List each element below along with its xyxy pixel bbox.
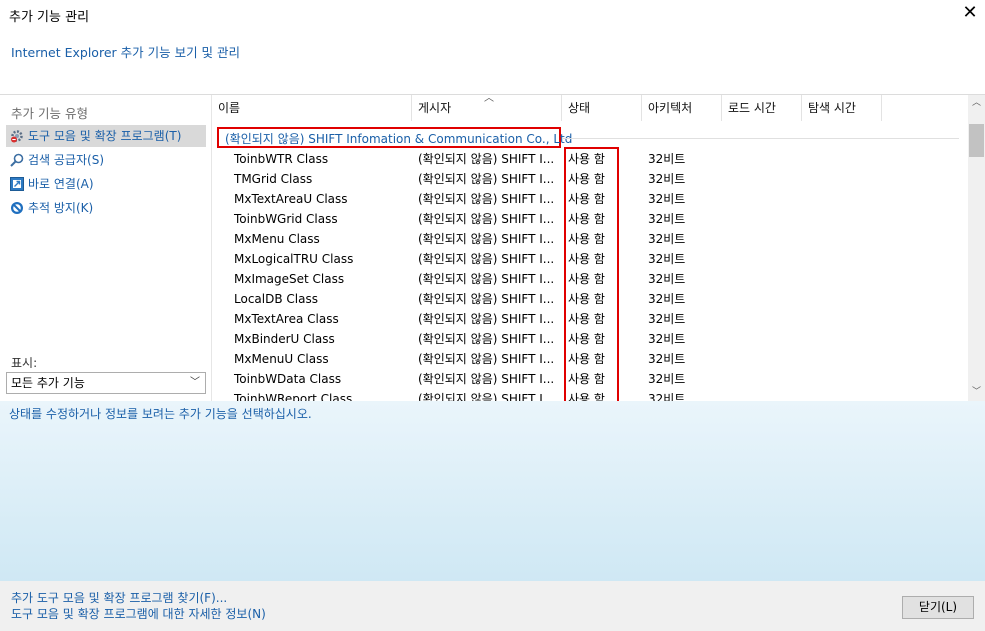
addon-publisher: (확인되지 않음) SHIFT I... xyxy=(418,392,555,401)
addon-name: ToinbWTR Class xyxy=(234,152,329,166)
addon-name: MxLogicalTRU Class xyxy=(234,252,354,266)
column-header-navigation-time[interactable]: 탐색 시간 xyxy=(802,95,882,121)
addon-architecture: 32비트 xyxy=(648,252,686,266)
gear-icon xyxy=(11,130,23,143)
addon-publisher: (확인되지 않음) SHIFT I... xyxy=(418,232,555,246)
sidebar-item-label: 검색 공급자(S) xyxy=(28,153,104,167)
addon-architecture: 32비트 xyxy=(648,372,686,386)
column-header-name[interactable]: 이름 xyxy=(212,95,412,121)
status-highlight-box xyxy=(564,147,619,401)
addon-type-heading: 추가 기능 유형 xyxy=(11,106,88,121)
addon-publisher: (확인되지 않음) SHIFT I... xyxy=(418,172,555,186)
show-filter-value: 모든 추가 기능 xyxy=(11,376,85,390)
column-header-status[interactable]: 상태 xyxy=(562,95,642,121)
addon-architecture: 32비트 xyxy=(648,332,686,346)
addon-name: MxImageSet Class xyxy=(234,272,345,286)
addon-list: 이름 게시자 상태 아키텍처 로드 시간 탐색 시간 ︿ (확인되지 않음) S… xyxy=(211,95,968,401)
column-header-architecture[interactable]: 아키텍처 xyxy=(642,95,722,121)
group-header[interactable]: (확인되지 않음) SHIFT Infomation & Communicati… xyxy=(225,130,572,147)
sidebar-item-search-providers[interactable]: 검색 공급자(S) xyxy=(6,149,206,171)
show-filter-select[interactable]: 모든 추가 기능 ﹀ xyxy=(6,372,206,394)
addon-publisher: (확인되지 않음) SHIFT I... xyxy=(418,352,555,366)
addon-name: ToinbWReport Class xyxy=(234,392,353,401)
addon-architecture: 32비트 xyxy=(648,272,686,286)
scroll-down-icon[interactable]: ﹀ xyxy=(968,384,985,401)
learn-more-addons-link[interactable]: 도구 모음 및 확장 프로그램에 대한 자세한 정보(N) xyxy=(11,605,266,622)
group-divider xyxy=(562,138,959,139)
details-pane: 상태를 수정하거나 정보를 보려는 추가 기능을 선택하십시오. xyxy=(0,401,985,581)
addon-publisher: (확인되지 않음) SHIFT I... xyxy=(418,332,555,346)
sidebar-item-toolbars-extensions[interactable]: 도구 모음 및 확장 프로그램(T) xyxy=(6,125,206,147)
addon-name: MxTextAreaU Class xyxy=(234,192,348,206)
addon-architecture: 32비트 xyxy=(648,192,686,206)
sort-ascending-icon: ︿ xyxy=(484,95,494,104)
accelerator-icon xyxy=(10,177,24,191)
addon-name: MxMenuU Class xyxy=(234,352,329,366)
close-icon[interactable]: ✕ xyxy=(960,3,980,23)
chevron-down-icon: ﹀ xyxy=(190,377,200,388)
scroll-thumb[interactable] xyxy=(969,124,984,157)
addon-name: MxBinderU Class xyxy=(234,332,335,346)
show-label: 표시: xyxy=(11,356,38,370)
sidebar-item-tracking-protection[interactable]: 추적 방지(K) xyxy=(6,197,206,219)
sidebar-item-label: 추적 방지(K) xyxy=(28,201,94,215)
addon-architecture: 32비트 xyxy=(648,292,686,306)
addon-architecture: 32비트 xyxy=(648,392,686,401)
tracking-protection-icon xyxy=(11,202,23,214)
addon-publisher: (확인되지 않음) SHIFT I... xyxy=(418,152,555,166)
page-subtitle: Internet Explorer 추가 기능 보기 및 관리 xyxy=(11,45,241,60)
addon-architecture: 32비트 xyxy=(648,232,686,246)
list-scrollbar[interactable]: ︿ ﹀ xyxy=(968,95,985,401)
addon-architecture: 32비트 xyxy=(648,212,686,226)
addon-architecture: 32비트 xyxy=(648,152,686,166)
column-header-load-time[interactable]: 로드 시간 xyxy=(722,95,802,121)
addon-name: ToinbWGrid Class xyxy=(234,212,338,226)
addon-name: ToinbWData Class xyxy=(234,372,342,386)
addon-publisher: (확인되지 않음) SHIFT I... xyxy=(418,272,555,286)
scroll-up-icon[interactable]: ︿ xyxy=(968,95,985,112)
addon-publisher: (확인되지 않음) SHIFT I... xyxy=(418,312,555,326)
addon-architecture: 32비트 xyxy=(648,312,686,326)
sidebar-item-accelerators[interactable]: 바로 연결(A) xyxy=(6,173,206,195)
search-icon xyxy=(10,153,24,167)
addon-architecture: 32비트 xyxy=(648,352,686,366)
addon-publisher: (확인되지 않음) SHIFT I... xyxy=(418,292,555,306)
addon-publisher: (확인되지 않음) SHIFT I... xyxy=(418,372,555,386)
window-title: 추가 기능 관리 xyxy=(9,10,90,25)
addon-publisher: (확인되지 않음) SHIFT I... xyxy=(418,192,555,206)
addon-name: TMGrid Class xyxy=(234,172,313,186)
sidebar-item-label: 바로 연결(A) xyxy=(28,177,94,191)
addon-architecture: 32비트 xyxy=(648,172,686,186)
addon-publisher: (확인되지 않음) SHIFT I... xyxy=(418,252,555,266)
addon-name: MxTextArea Class xyxy=(234,312,339,326)
addon-name: MxMenu Class xyxy=(234,232,320,246)
sidebar-item-label: 도구 모음 및 확장 프로그램(T) xyxy=(28,129,182,143)
find-more-addons-link[interactable]: 추가 도구 모음 및 확장 프로그램 찾기(F)... xyxy=(11,589,227,606)
addon-publisher: (확인되지 않음) SHIFT I... xyxy=(418,212,555,226)
footer-bar: 추가 도구 모음 및 확장 프로그램 찾기(F)... 도구 모음 및 확장 프… xyxy=(0,581,985,631)
close-button[interactable]: 닫기(L) xyxy=(902,596,974,619)
details-hint: 상태를 수정하거나 정보를 보려는 추가 기능을 선택하십시오. xyxy=(9,407,312,421)
addon-type-panel: 추가 기능 유형 도구 모음 및 확장 프로그램(T) 검색 공급자(S) 바로… xyxy=(0,95,211,401)
addon-name: LocalDB Class xyxy=(234,292,318,306)
